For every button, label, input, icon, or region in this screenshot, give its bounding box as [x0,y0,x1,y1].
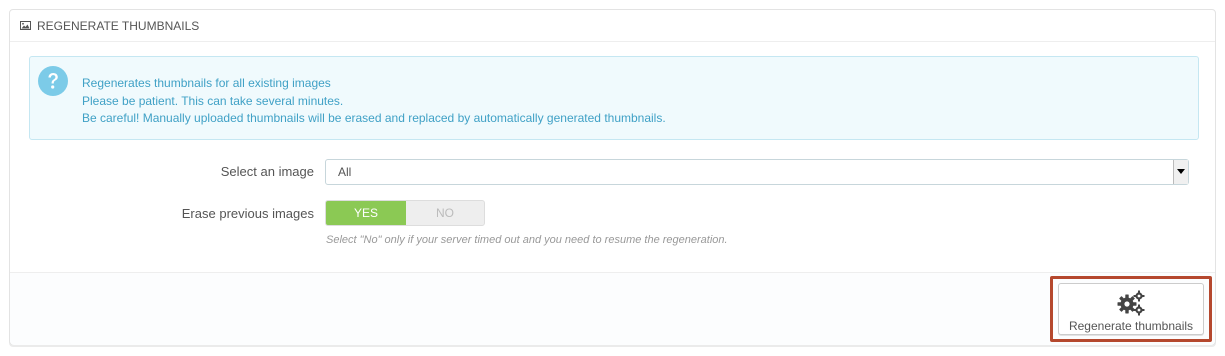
select-image-dropdown[interactable]: All [325,159,1189,185]
chevron-down-icon [1177,169,1185,174]
dropdown-arrow[interactable] [1173,160,1188,184]
panel-title: REGENERATE THUMBNAILS [37,19,200,33]
panel-footer [10,272,1215,345]
regenerate-button-label: Regenerate thumbnails [1068,319,1194,333]
gears-icon [1117,290,1145,316]
regenerate-thumbnails-button[interactable]: Regenerate thumbnails [1058,283,1204,335]
alert-line: Please be patient. This can take several… [82,93,344,108]
regenerate-thumbnails-panel: REGENERATE THUMBNAILS Regenerates thumbn… [9,9,1216,345]
toggle-yes-option[interactable]: YES [326,201,406,225]
erase-previous-toggle[interactable]: YES NO [325,200,485,226]
alert-message: Regenerates thumbnails for all existing … [82,75,666,128]
panel-heading: REGENERATE THUMBNAILS [10,10,1215,42]
toggle-no-option[interactable]: NO [406,201,484,225]
question-icon [38,66,68,96]
erase-previous-label: Erase previous images [181,206,314,221]
select-image-label: Select an image [220,164,314,179]
alert-line: Be careful! Manually uploaded thumbnails… [82,111,666,125]
erase-help-text: Select "No" only if your server timed ou… [326,234,728,246]
info-alert: Regenerates thumbnails for all existing … [29,56,1199,140]
alert-line: Regenerates thumbnails for all existing … [82,76,331,90]
image-icon [20,21,31,30]
select-image-value: All [338,165,352,179]
